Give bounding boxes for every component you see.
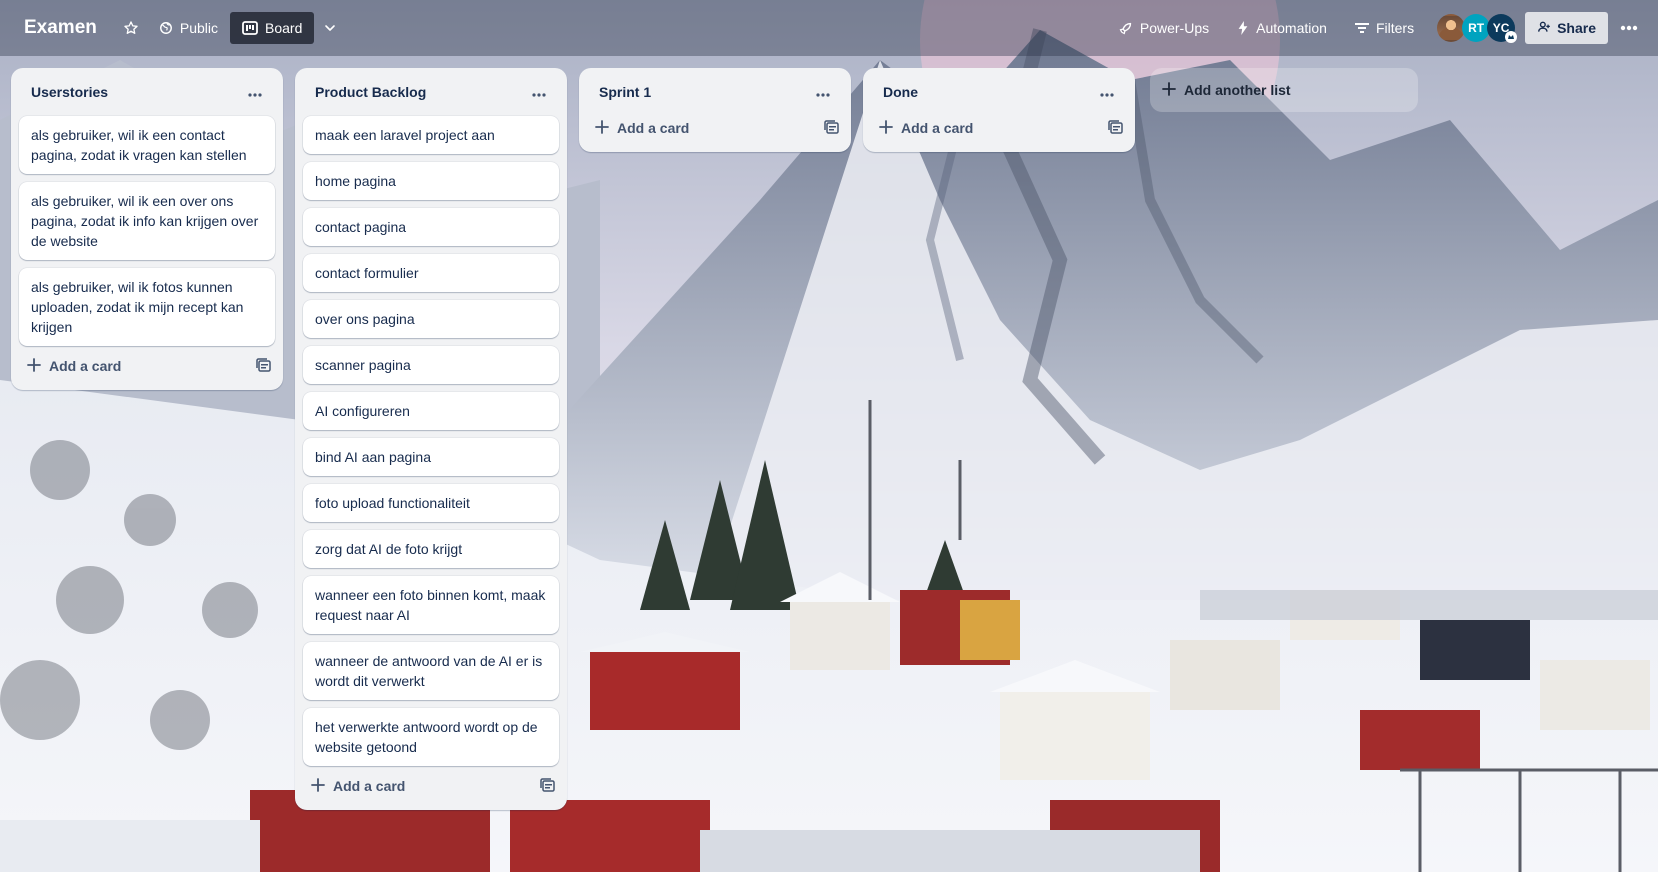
add-card-button[interactable]: Add a card <box>595 119 690 137</box>
card[interactable]: contact formulier <box>303 254 559 292</box>
share-label: Share <box>1557 20 1596 36</box>
list-header[interactable]: Userstories <box>11 68 283 116</box>
card[interactable]: maak een laravel project aan <box>303 116 559 154</box>
visibility-label: Public <box>179 20 219 36</box>
list-footer: Add a card <box>863 108 1135 148</box>
list-sprint-1: Sprint 1 Add a card <box>579 68 851 152</box>
card[interactable]: als gebruiker, wil ik fotos kunnen uploa… <box>19 268 275 346</box>
card-template-icon <box>824 119 839 137</box>
card[interactable]: scanner pagina <box>303 346 559 384</box>
powerups-button[interactable]: Power-Ups <box>1106 12 1221 44</box>
card[interactable]: wanneer een foto binnen komt, maak reque… <box>303 576 559 634</box>
add-list-button[interactable]: Add another list <box>1150 68 1418 112</box>
star-icon <box>123 20 139 36</box>
list-userstories: Userstories als gebruiker, wil ik een co… <box>11 68 283 390</box>
share-button[interactable]: Share <box>1525 12 1608 44</box>
star-button[interactable] <box>115 12 147 44</box>
avatar[interactable]: YC <box>1487 14 1518 43</box>
view-switcher-button[interactable] <box>314 12 346 44</box>
avatar[interactable] <box>1437 14 1465 42</box>
list-menu-button[interactable] <box>1091 76 1123 108</box>
card[interactable]: het verwerkte antwoord wordt op de websi… <box>303 708 559 766</box>
card[interactable]: home pagina <box>303 162 559 200</box>
card[interactable]: wanneer de antwoord van de AI er is word… <box>303 642 559 700</box>
card[interactable]: foto upload functionaliteit <box>303 484 559 522</box>
card[interactable]: AI configureren <box>303 392 559 430</box>
board-title[interactable]: Examen <box>16 13 105 43</box>
board-members: RT YC <box>1437 14 1518 43</box>
add-card-label: Add a card <box>49 358 122 374</box>
board-view-label: Board <box>265 20 303 36</box>
more-horizontal-icon <box>248 84 262 100</box>
plus-icon <box>879 119 893 137</box>
add-card-label: Add a card <box>617 120 690 136</box>
filter-icon <box>1354 22 1369 34</box>
visibility-button[interactable]: Public <box>147 12 230 44</box>
person-add-icon <box>1537 20 1551 37</box>
list-menu-button[interactable] <box>523 76 555 108</box>
card[interactable]: zorg dat AI de foto krijgt <box>303 530 559 568</box>
card-template-button[interactable] <box>824 119 839 137</box>
automation-button[interactable]: Automation <box>1225 12 1339 44</box>
lightning-icon <box>1237 21 1249 35</box>
card[interactable]: als gebruiker, wil ik een over ons pagin… <box>19 182 275 260</box>
filters-button[interactable]: Filters <box>1343 12 1426 44</box>
plus-icon <box>27 357 41 375</box>
list-title[interactable]: Product Backlog <box>315 84 426 100</box>
board-menu-button[interactable] <box>1612 12 1646 44</box>
card-template-icon <box>1108 119 1123 137</box>
more-horizontal-icon <box>816 84 830 100</box>
avatar-initials: RT <box>1468 21 1485 35</box>
rocket-icon <box>1118 21 1133 36</box>
automation-label: Automation <box>1256 20 1327 36</box>
list-title[interactable]: Done <box>883 84 918 100</box>
more-horizontal-icon <box>1620 25 1638 31</box>
list-header[interactable]: Product Backlog <box>295 68 567 116</box>
add-card-label: Add a card <box>333 778 406 794</box>
avatar[interactable]: RT <box>1462 14 1491 42</box>
card-list: als gebruiker, wil ik een contact pagina… <box>11 116 283 346</box>
card[interactable]: over ons pagina <box>303 300 559 338</box>
add-list-label: Add another list <box>1184 82 1291 98</box>
board-view-button[interactable]: Board <box>230 12 315 44</box>
admin-badge-icon <box>1505 31 1518 43</box>
more-horizontal-icon <box>1100 84 1114 100</box>
card-template-button[interactable] <box>256 357 271 375</box>
filters-label: Filters <box>1375 20 1415 36</box>
add-card-button[interactable]: Add a card <box>879 119 974 137</box>
board-header: Examen Public Board Power-Ups Automation… <box>0 0 1658 56</box>
board-icon <box>242 21 258 35</box>
card-template-icon <box>540 777 555 795</box>
plus-icon <box>1162 81 1176 99</box>
more-horizontal-icon <box>532 84 546 100</box>
card[interactable]: bind AI aan pagina <box>303 438 559 476</box>
powerups-label: Power-Ups <box>1139 20 1210 36</box>
header-actions: Power-Ups Automation Filters RT YC Share <box>1106 12 1646 44</box>
add-card-button[interactable]: Add a card <box>311 777 406 795</box>
plus-icon <box>595 119 609 137</box>
list-title[interactable]: Sprint 1 <box>599 84 651 100</box>
list-footer: Add a card <box>579 108 851 148</box>
chevron-down-icon <box>322 20 338 36</box>
list-menu-button[interactable] <box>807 76 839 108</box>
list-title[interactable]: Userstories <box>31 84 108 100</box>
list-product-backlog: Product Backlog maak een laravel project… <box>295 68 567 810</box>
card-list: maak een laravel project aan home pagina… <box>295 116 567 766</box>
card[interactable]: contact pagina <box>303 208 559 246</box>
list-footer: Add a card <box>295 766 567 806</box>
list-done: Done Add a card <box>863 68 1135 152</box>
add-card-button[interactable]: Add a card <box>27 357 122 375</box>
card-template-icon <box>256 357 271 375</box>
globe-icon <box>159 21 173 35</box>
plus-icon <box>311 777 325 795</box>
add-card-label: Add a card <box>901 120 974 136</box>
card-template-button[interactable] <box>1108 119 1123 137</box>
card[interactable]: als gebruiker, wil ik een contact pagina… <box>19 116 275 174</box>
list-menu-button[interactable] <box>239 76 271 108</box>
card-template-button[interactable] <box>540 777 555 795</box>
list-footer: Add a card <box>11 346 283 386</box>
